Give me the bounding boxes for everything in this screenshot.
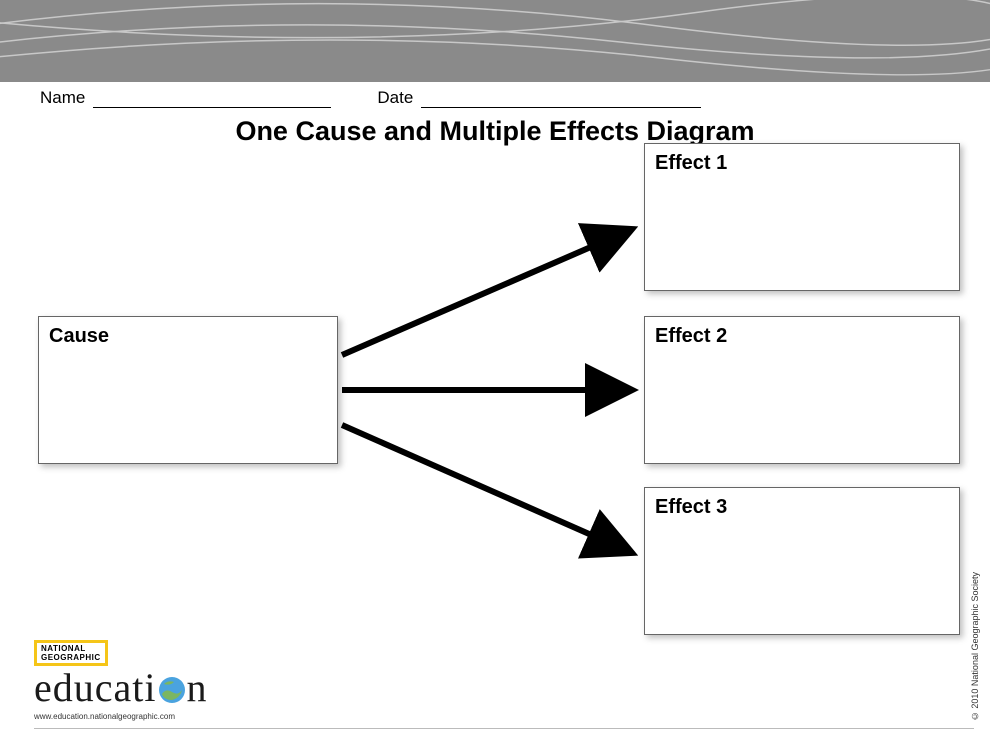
effect-3-box[interactable]: Effect 3 <box>644 487 960 635</box>
name-field: Name <box>40 88 331 108</box>
ng-badge: NATIONAL GEOGRAPHIC <box>34 640 108 666</box>
globe-icon <box>158 676 186 704</box>
name-label: Name <box>40 88 85 108</box>
footer-rule <box>34 728 974 729</box>
header-banner <box>0 0 990 82</box>
effect-3-label: Effect 3 <box>655 496 727 518</box>
effect-1-box[interactable]: Effect 1 <box>644 143 960 291</box>
date-blank-line[interactable] <box>421 90 701 108</box>
name-blank-line[interactable] <box>93 90 331 108</box>
cause-box[interactable]: Cause <box>38 316 338 464</box>
education-post: n <box>187 668 208 708</box>
effect-2-label: Effect 2 <box>655 325 727 347</box>
education-pre: educati <box>34 668 157 708</box>
meta-row: Name Date <box>40 88 701 108</box>
effect-1-label: Effect 1 <box>655 152 727 174</box>
arrow-to-effect-1 <box>342 230 630 355</box>
date-field: Date <box>377 88 701 108</box>
date-label: Date <box>377 88 413 108</box>
education-wordmark: educati n <box>34 668 208 708</box>
effect-2-box[interactable]: Effect 2 <box>644 316 960 464</box>
cause-label: Cause <box>49 325 109 347</box>
copyright-text: © 2010 National Geographic Society <box>970 572 980 721</box>
brand-url: www.education.nationalgeographic.com <box>34 712 208 721</box>
arrow-to-effect-3 <box>342 425 630 552</box>
brand-logo: NATIONAL GEOGRAPHIC educati n www.educat… <box>34 640 208 721</box>
